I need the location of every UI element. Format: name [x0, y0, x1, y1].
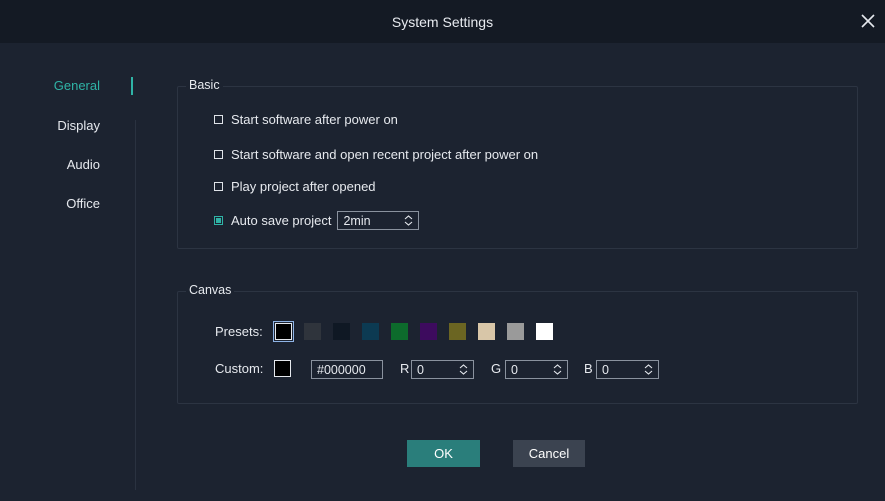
preset-swatch[interactable] [449, 323, 466, 340]
option-play-after-opened[interactable]: Play project after opened [214, 179, 376, 194]
canvas-group: Canvas Presets: Custom: #000000 R 0 G 0 … [177, 283, 858, 404]
ok-button[interactable]: OK [407, 440, 480, 467]
auto-save-interval-value: 2min [343, 213, 371, 228]
option-label: Play project after opened [231, 179, 376, 194]
spin-arrows-icon[interactable] [459, 364, 468, 375]
start-on-power-checkbox[interactable] [214, 115, 223, 124]
auto-save-checkbox[interactable] [214, 216, 223, 225]
r-value-spinbox[interactable]: 0 [411, 360, 474, 379]
g-value: 0 [511, 362, 518, 377]
window-title: System Settings [391, 13, 494, 30]
r-label: R [400, 361, 410, 376]
cancel-button[interactable]: Cancel [513, 440, 585, 467]
spin-arrows-icon[interactable] [553, 364, 562, 375]
option-label: Start software and open recent project a… [231, 147, 539, 162]
active-tab-indicator [131, 77, 133, 95]
sidebar-item-audio[interactable]: Audio [0, 157, 100, 172]
presets-label: Presets: [215, 324, 263, 339]
sidebar-item-office[interactable]: Office [0, 196, 100, 211]
basic-group-title: Basic [186, 78, 223, 92]
spin-arrows-icon[interactable] [644, 364, 653, 375]
r-value: 0 [417, 362, 424, 377]
b-value-spinbox[interactable]: 0 [596, 360, 659, 379]
custom-color-swatch[interactable] [274, 360, 291, 377]
preset-swatch[interactable] [304, 323, 321, 340]
hex-color-value: #000000 [317, 362, 366, 377]
preset-swatch[interactable] [333, 323, 350, 340]
system-settings-dialog: System Settings General Display Audio Of… [0, 0, 885, 501]
sidebar-divider [135, 120, 136, 490]
close-button[interactable] [857, 10, 879, 32]
option-label: Start software after power on [231, 112, 398, 127]
option-open-recent-on-power[interactable]: Start software and open recent project a… [214, 147, 538, 162]
custom-label: Custom: [215, 361, 264, 376]
open-recent-checkbox[interactable] [214, 150, 223, 159]
play-after-opened-checkbox[interactable] [214, 182, 223, 191]
preset-swatch[interactable] [273, 321, 294, 342]
spin-arrows-icon[interactable] [404, 215, 413, 226]
preset-swatch[interactable] [507, 323, 524, 340]
g-label: G [491, 361, 502, 376]
canvas-group-title: Canvas [186, 283, 235, 297]
option-auto-save[interactable]: Auto save project 2min [214, 211, 420, 230]
title-bar: System Settings [0, 0, 885, 43]
option-start-on-power[interactable]: Start software after power on [214, 112, 398, 127]
sidebar-item-general[interactable]: General [0, 78, 100, 93]
preset-swatch[interactable] [391, 323, 408, 340]
sidebar: General Display Audio Office [0, 43, 136, 501]
close-icon [861, 14, 875, 28]
sidebar-item-display[interactable]: Display [0, 118, 100, 133]
preset-swatch[interactable] [420, 323, 437, 340]
b-value: 0 [602, 362, 609, 377]
option-label: Auto save project [231, 213, 332, 228]
hex-color-input[interactable]: #000000 [311, 360, 383, 379]
b-label: B [584, 361, 593, 376]
auto-save-interval-spinbox[interactable]: 2min [337, 211, 420, 230]
preset-swatch[interactable] [536, 323, 553, 340]
preset-swatch[interactable] [362, 323, 379, 340]
preset-swatch[interactable] [478, 323, 495, 340]
basic-group: Basic Start software after power on Star… [177, 78, 858, 249]
g-value-spinbox[interactable]: 0 [505, 360, 568, 379]
